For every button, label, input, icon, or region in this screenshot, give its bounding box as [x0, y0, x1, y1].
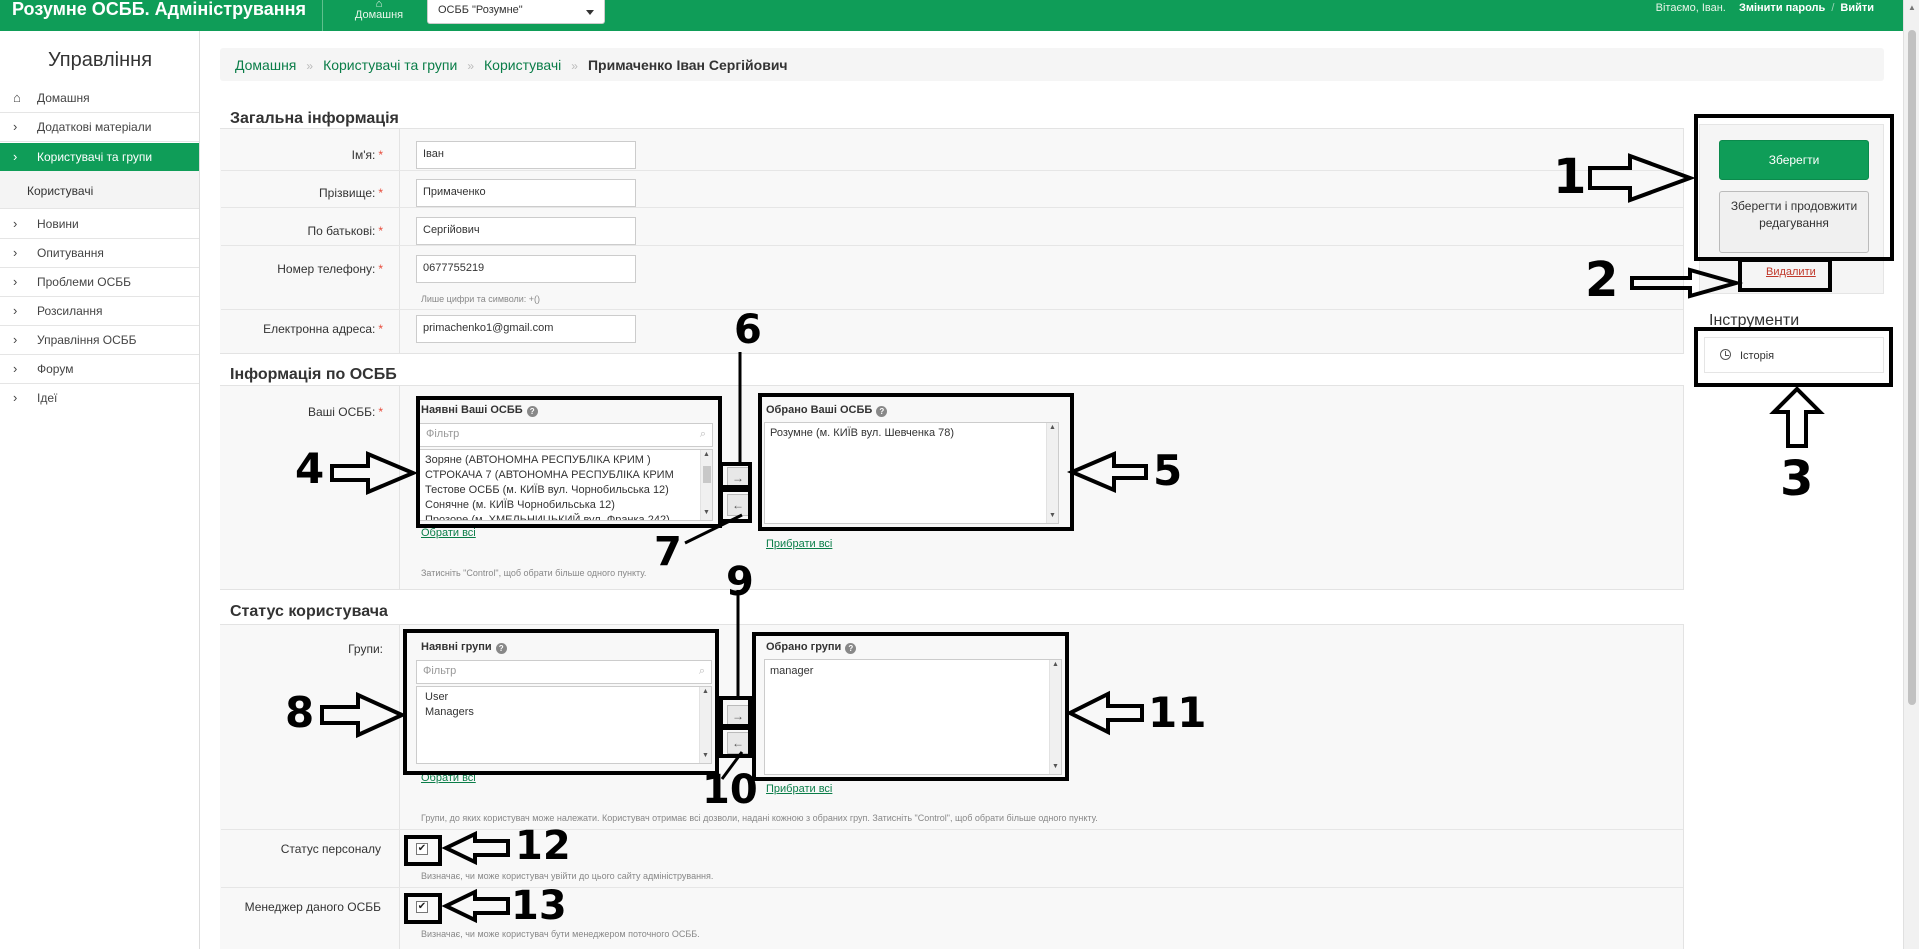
arrow-13 — [441, 888, 510, 924]
annotation-label-9: 9 — [726, 559, 754, 605]
arrow-11 — [1065, 690, 1144, 736]
annotation-label-12: 12 — [515, 823, 571, 869]
arrow-5 — [1066, 450, 1148, 494]
annotation-label-7: 7 — [654, 529, 682, 575]
arrow-8 — [320, 691, 407, 739]
annotation-label-5: 5 — [1153, 446, 1183, 495]
annotation-label-6: 6 — [734, 307, 762, 353]
arrow-3 — [1769, 386, 1825, 448]
annotation-label-13: 13 — [511, 883, 567, 929]
leader-7 — [684, 513, 743, 545]
annotation-label-4: 4 — [295, 444, 325, 493]
annotation-label-8: 8 — [285, 688, 315, 737]
annotation-label-1: 1 — [1553, 149, 1587, 205]
annotation-label-3: 3 — [1780, 451, 1814, 507]
arrow-1 — [1588, 153, 1696, 203]
annotation-label-2: 2 — [1585, 252, 1619, 308]
annotation-label-11: 11 — [1148, 688, 1207, 737]
annotation-arrows — [320, 153, 1825, 924]
arrow-2 — [1630, 267, 1744, 299]
annotation-label-10: 10 — [702, 767, 758, 813]
arrow-4 — [330, 450, 419, 496]
arrow-12 — [441, 830, 510, 866]
